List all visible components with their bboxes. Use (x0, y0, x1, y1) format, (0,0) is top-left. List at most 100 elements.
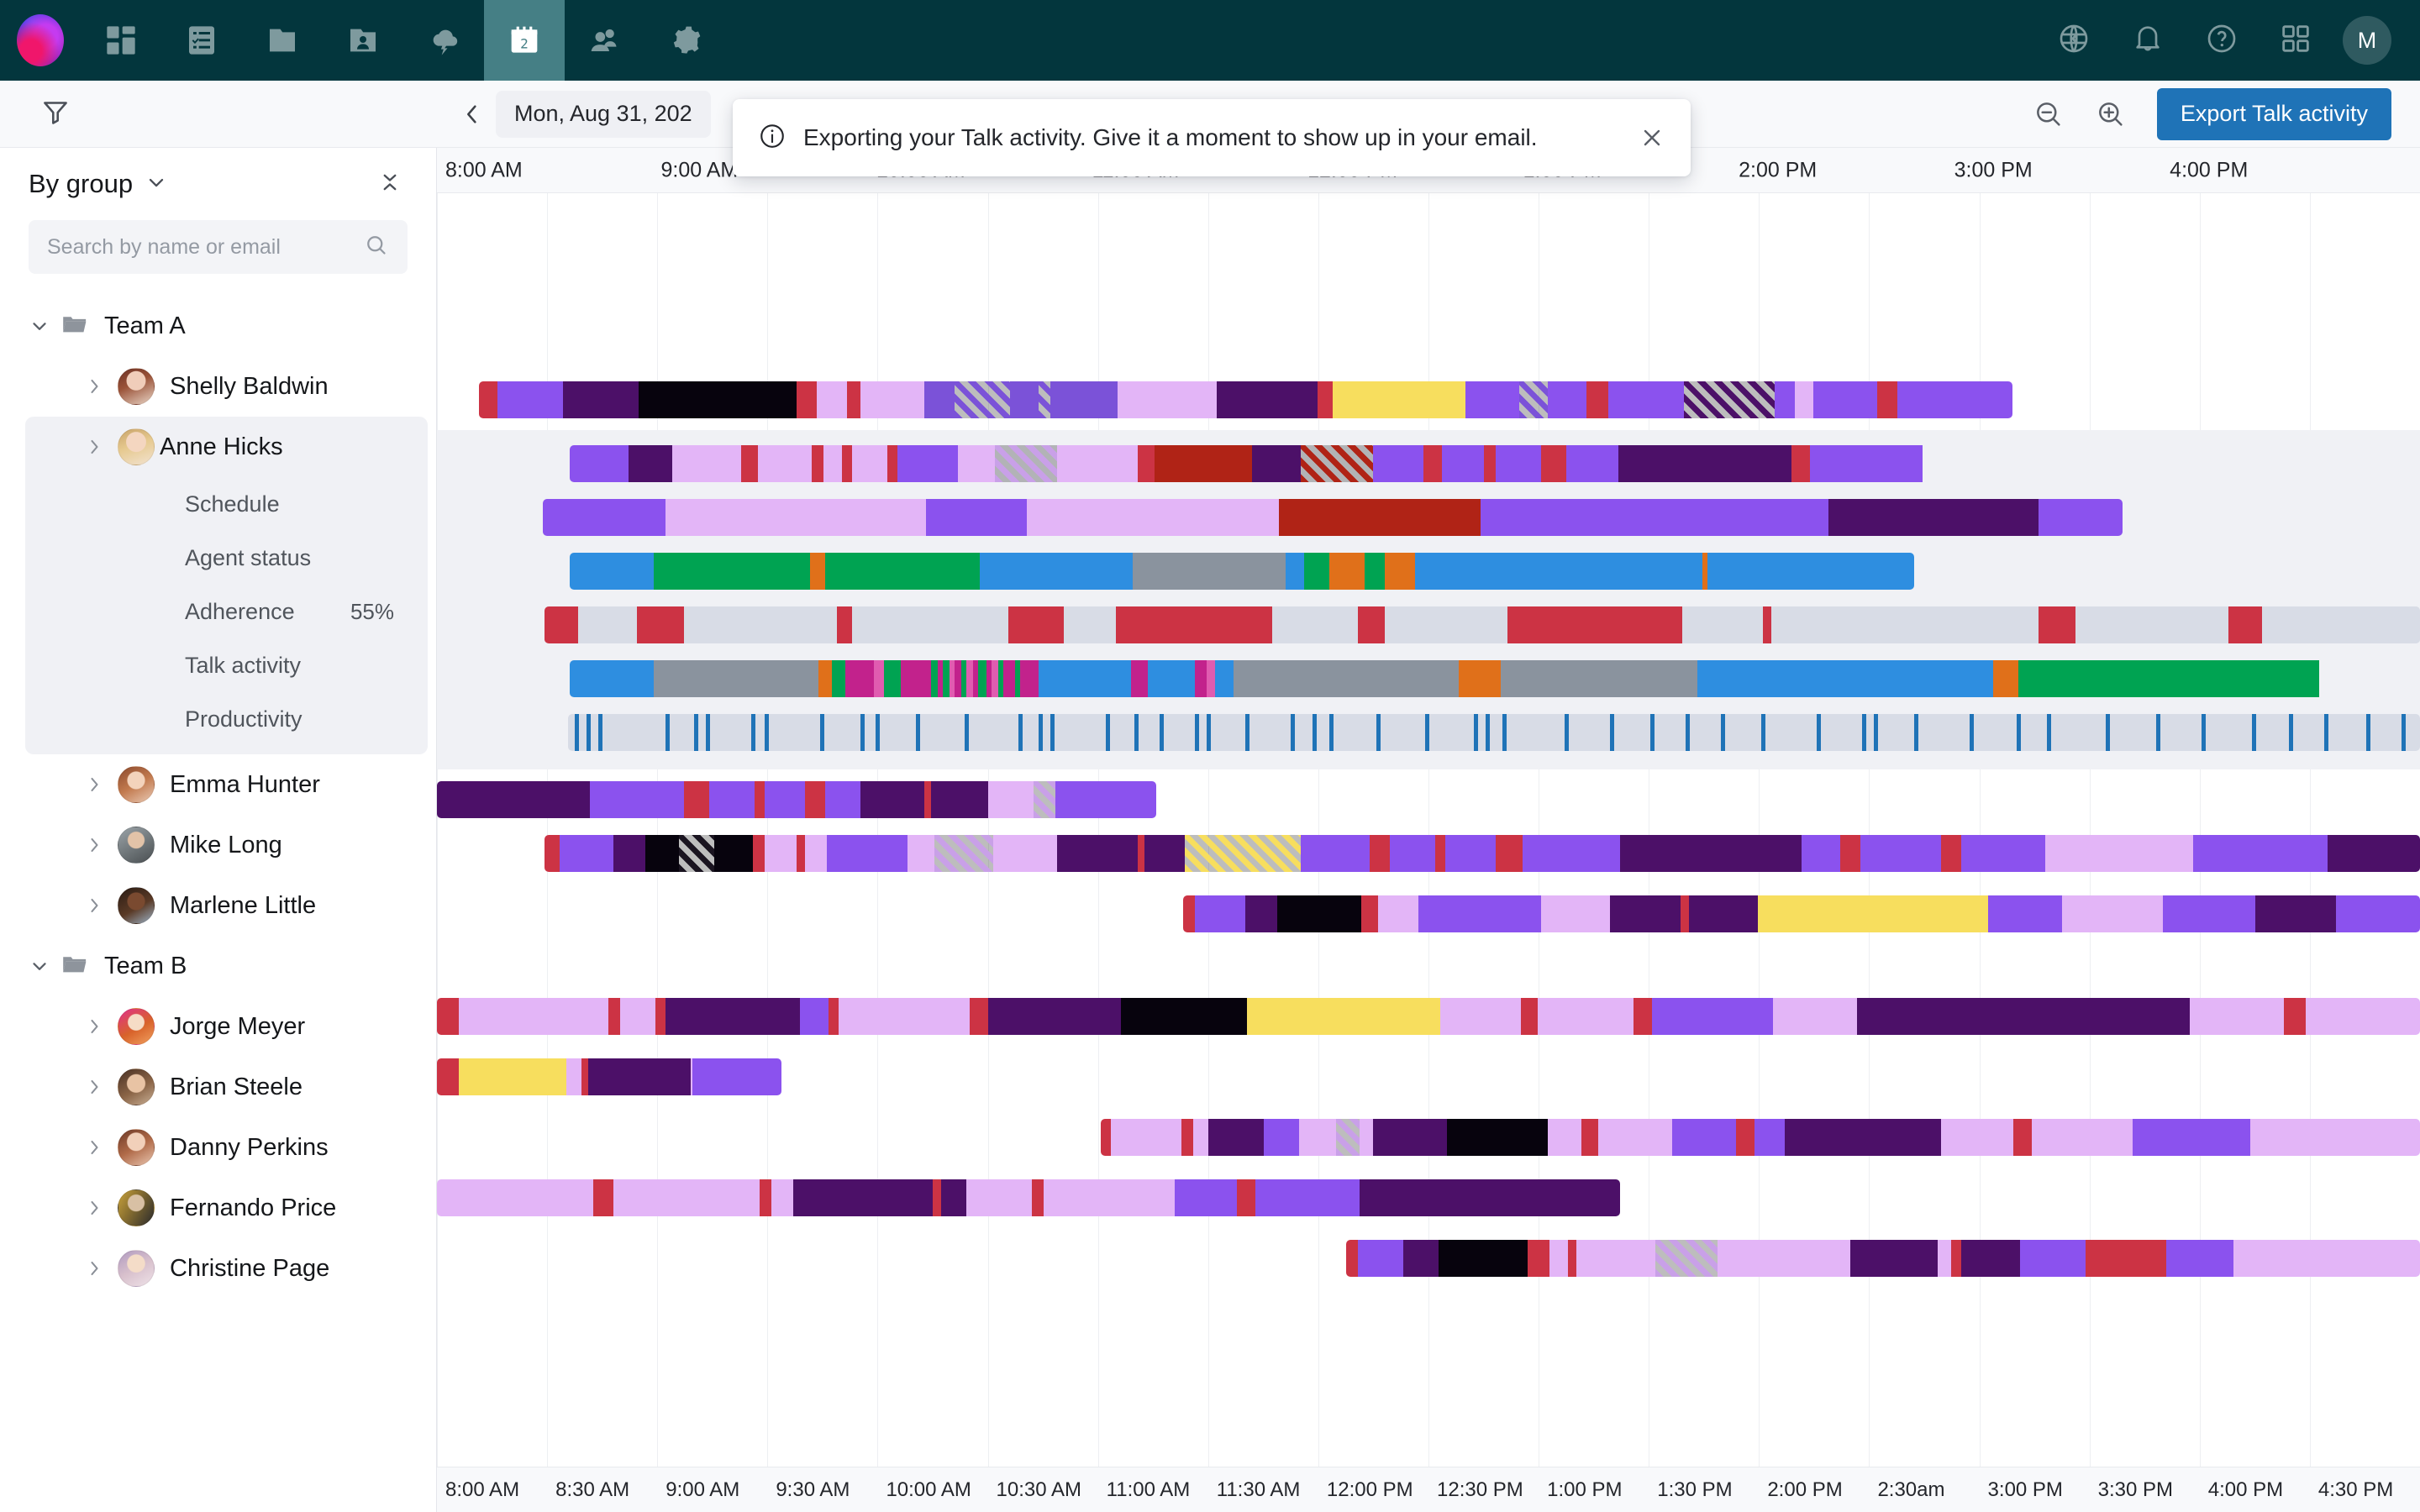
user-avatar[interactable]: M (2343, 16, 2391, 65)
timeline-segment[interactable] (1373, 445, 1423, 482)
timeline-segment[interactable] (1116, 606, 1272, 643)
timeline-segment[interactable] (1484, 445, 1496, 482)
timeline-segment[interactable] (1496, 445, 1541, 482)
timeline-segment[interactable] (2045, 835, 2193, 872)
timeline-bar[interactable] (437, 998, 2420, 1035)
timeline-segment[interactable] (1403, 1240, 1439, 1277)
timeline-segment[interactable] (1442, 445, 1484, 482)
timeline-segment[interactable] (2233, 1240, 2420, 1277)
timeline-segment[interactable] (2306, 998, 2420, 1035)
timeline-segment[interactable] (1791, 445, 1810, 482)
timeline-segment[interactable] (1810, 445, 1923, 482)
timeline-segment[interactable] (544, 606, 578, 643)
timeline-segment[interactable] (479, 381, 497, 418)
timeline-segment[interactable] (1961, 835, 2045, 872)
timeline-segment[interactable] (1435, 835, 1445, 872)
timeline-segment[interactable] (1828, 499, 2039, 536)
timeline-segment[interactable] (1988, 895, 2062, 932)
timeline-segment[interactable] (1850, 1240, 1938, 1277)
chevron-right-icon[interactable] (84, 1016, 113, 1037)
chevron-right-icon[interactable] (84, 437, 113, 457)
timeline-segment[interactable] (1385, 553, 1415, 590)
timeline-segment[interactable] (1941, 835, 1961, 872)
timeline-segment[interactable] (1003, 660, 1015, 697)
nav-item-tasks[interactable] (161, 0, 242, 81)
timeline-segment[interactable] (993, 835, 1057, 872)
timeline-segment[interactable] (884, 660, 901, 697)
timeline-segment[interactable] (1208, 1119, 1264, 1156)
timeline-bar[interactable] (479, 381, 2012, 418)
timeline-segment[interactable] (2086, 1240, 2166, 1277)
timeline-bar[interactable] (570, 445, 2116, 482)
timeline-segment[interactable] (1689, 895, 1758, 932)
timeline-segment[interactable] (1481, 499, 1828, 536)
timeline-segment[interactable] (797, 381, 817, 418)
timeline-segment[interactable] (1358, 1240, 1403, 1277)
timeline-segment[interactable] (1138, 445, 1155, 482)
timeline-segment[interactable] (1044, 1179, 1175, 1216)
timeline-segment[interactable] (931, 781, 988, 818)
tree-member-mike-long[interactable]: Mike Long (0, 815, 436, 875)
timeline-segment[interactable] (1365, 553, 1385, 590)
timeline-segment[interactable] (1439, 1240, 1528, 1277)
chevron-right-icon[interactable] (84, 376, 113, 396)
previous-day-button[interactable] (449, 101, 496, 128)
timeline-segment[interactable] (1785, 1119, 1941, 1156)
timeline-segment[interactable] (1148, 660, 1195, 697)
timeline-segment[interactable] (2336, 895, 2420, 932)
nav-item-files[interactable] (242, 0, 323, 81)
timeline-segment[interactable] (1941, 1119, 2013, 1156)
timeline-segment[interactable] (1423, 445, 1442, 482)
timeline-segment[interactable] (817, 381, 847, 418)
timeline-segment[interactable] (842, 445, 852, 482)
date-picker[interactable]: Mon, Aug 31, 202 (496, 90, 711, 138)
tree-member-fernando-price[interactable]: Fernando Price (0, 1178, 436, 1238)
timeline-segment[interactable] (2250, 1119, 2420, 1156)
tree-member-anne-hicks[interactable]: Anne Hicks (25, 417, 428, 477)
timeline-segment[interactable] (590, 781, 684, 818)
timeline-segment[interactable] (1598, 1119, 1672, 1156)
timeline-segment[interactable] (988, 781, 1034, 818)
timeline-segment[interactable] (827, 835, 908, 872)
timeline-segment[interactable] (1440, 998, 1521, 1035)
tree-member-marlene-little[interactable]: Marlene Little (0, 875, 436, 936)
chevron-right-icon[interactable] (84, 774, 113, 795)
timeline-segment[interactable] (1370, 835, 1390, 872)
timeline-segment[interactable] (1286, 553, 1304, 590)
timeline-segment[interactable] (1064, 606, 1116, 643)
timeline-segment[interactable] (1138, 835, 1144, 872)
timeline-segment[interactable] (765, 781, 805, 818)
sub-item-adherence[interactable]: Adherence 55% (25, 585, 428, 638)
timeline-segment[interactable] (613, 835, 645, 872)
timeline-segment[interactable] (1697, 660, 1993, 697)
timeline-segment[interactable] (755, 781, 765, 818)
timeline-segment[interactable] (837, 606, 852, 643)
timeline-segment[interactable] (1010, 381, 1039, 418)
timeline-segment[interactable] (692, 1058, 781, 1095)
timeline-bar[interactable] (1346, 1240, 2420, 1277)
timeline-segment[interactable] (679, 835, 714, 872)
timeline-segment[interactable] (1217, 381, 1318, 418)
nav-item-schedule[interactable]: 2 (484, 0, 565, 81)
timeline-segment[interactable] (1245, 895, 1277, 932)
timeline-segment[interactable] (655, 998, 666, 1035)
search-box[interactable] (29, 220, 408, 274)
timeline-segment[interactable] (1652, 998, 1773, 1035)
timeline-segment[interactable] (2163, 895, 2255, 932)
timeline-segment[interactable] (2013, 1119, 2032, 1156)
timeline-segment[interactable] (908, 835, 934, 872)
timeline-segment[interactable] (1684, 381, 1775, 418)
timeline-bar[interactable] (544, 835, 2420, 872)
timeline-segment[interactable] (758, 445, 812, 482)
nav-item-forecast[interactable] (403, 0, 484, 81)
timeline-segment[interactable] (1549, 1240, 1568, 1277)
timeline-segment[interactable] (1736, 1119, 1754, 1156)
timeline-segment[interactable] (760, 1179, 771, 1216)
timeline-segment[interactable] (1445, 835, 1496, 872)
timeline-segment[interactable] (654, 553, 810, 590)
timeline-segment[interactable] (1183, 895, 1195, 932)
zoom-in-button[interactable] (2080, 83, 2142, 145)
nav-item-contacts[interactable] (323, 0, 403, 81)
chevron-down-icon[interactable] (29, 315, 57, 337)
timeline-segment[interactable] (1155, 445, 1252, 482)
